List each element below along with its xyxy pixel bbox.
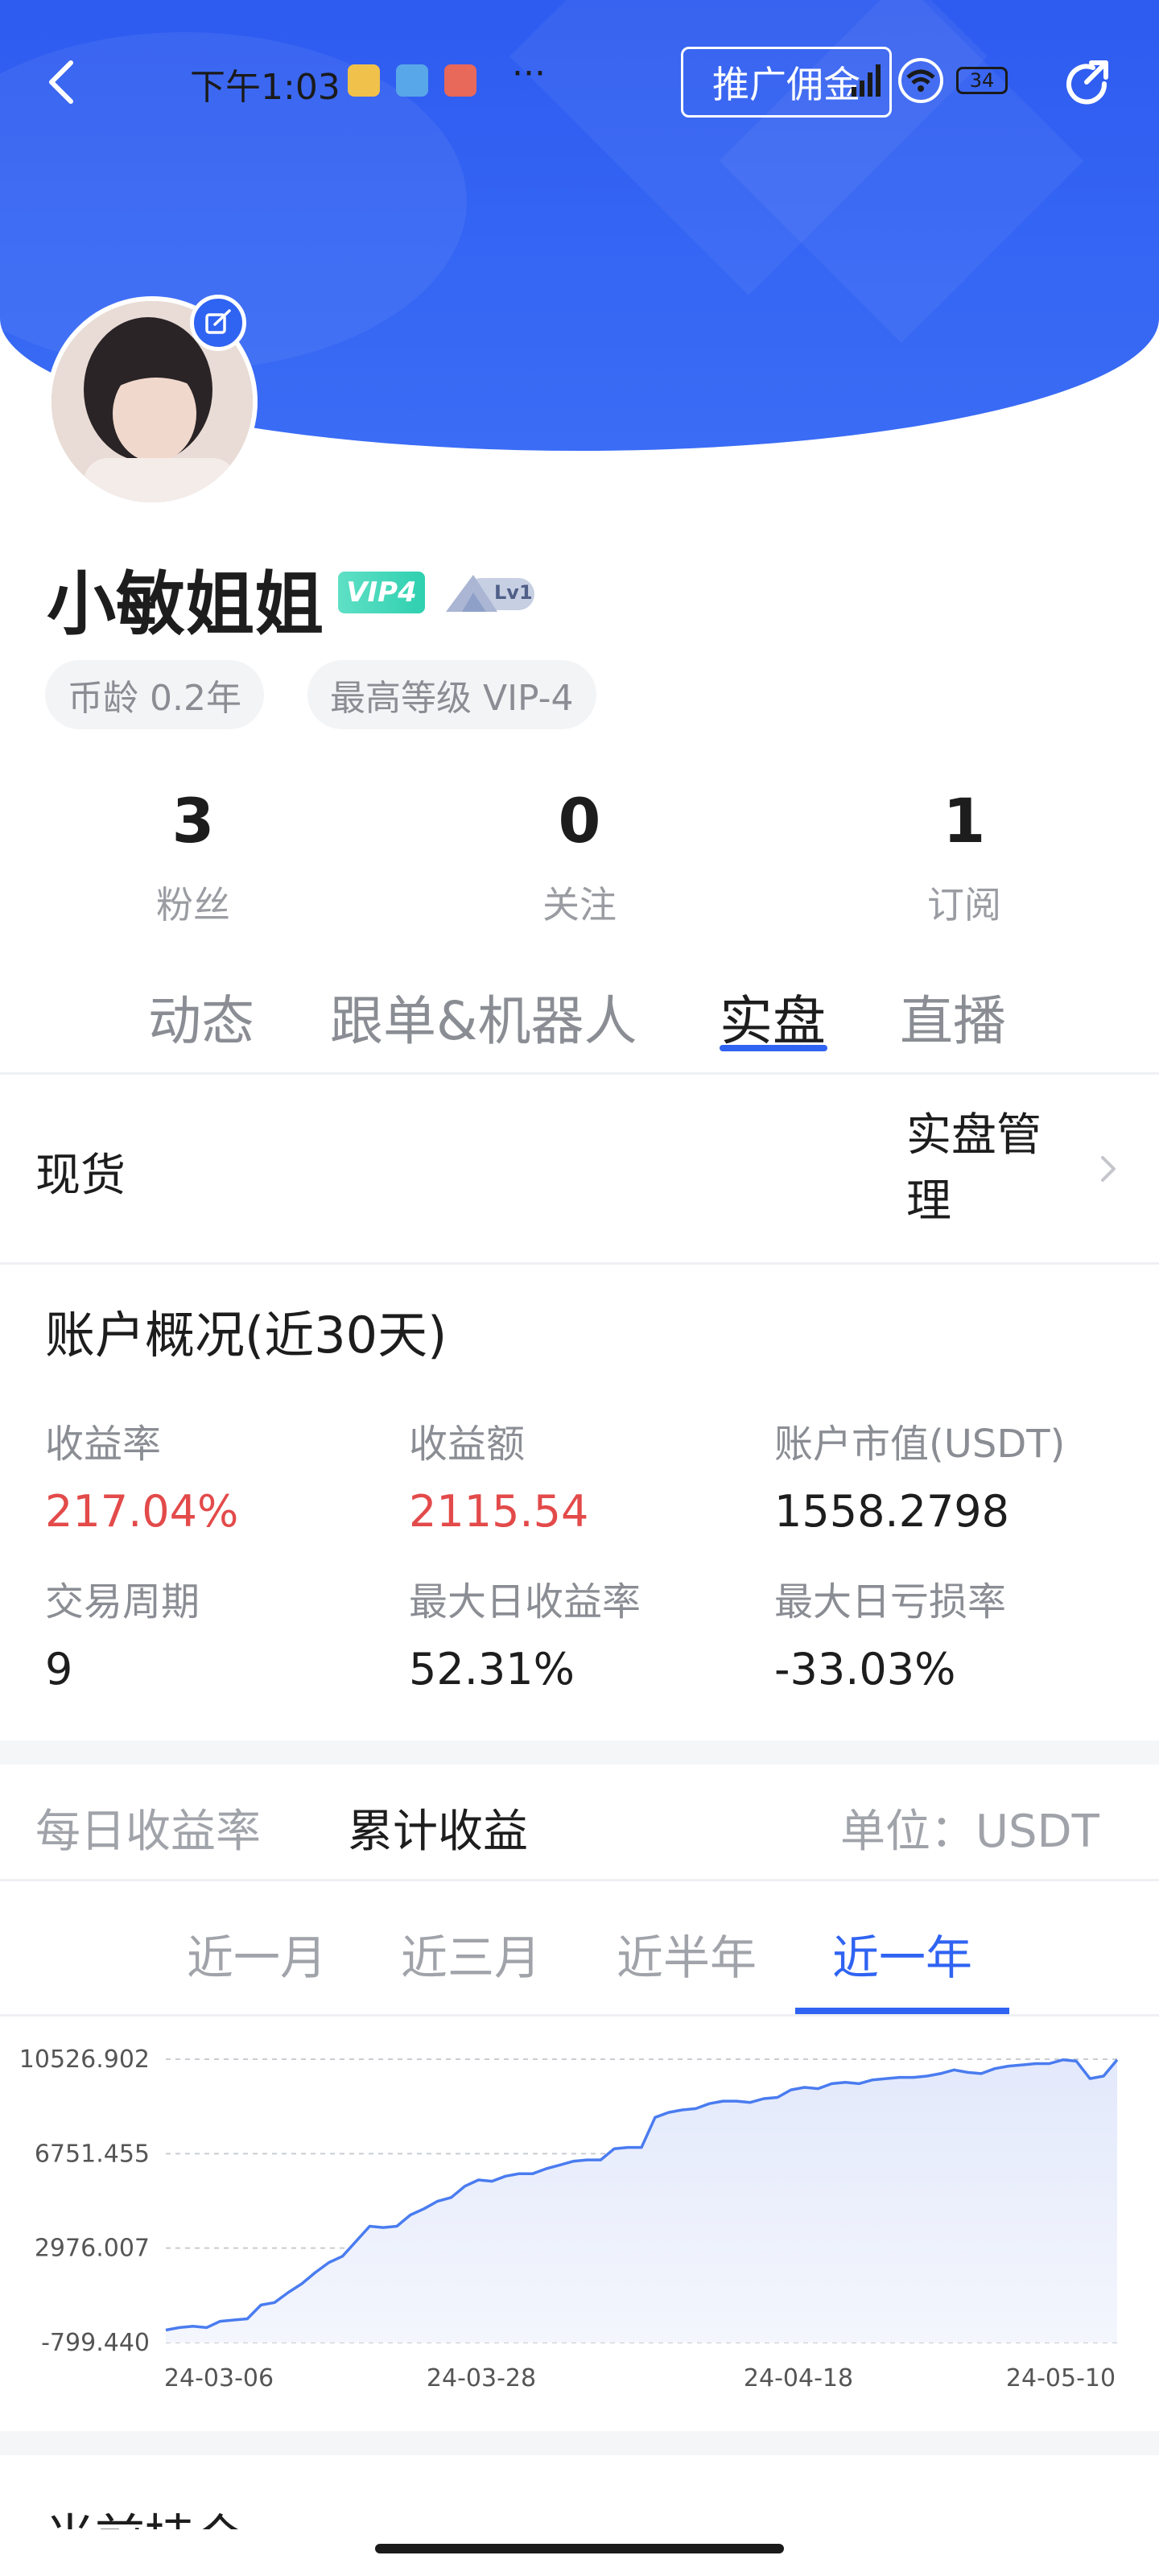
edit-avatar-button[interactable] — [190, 295, 246, 351]
range-active-indicator — [795, 2008, 1009, 2014]
profit-amount-value: 2115.54 — [409, 1486, 589, 1537]
max-level-chip: 最高等级 VIP-4 — [307, 660, 596, 729]
cumulative-profit-tab[interactable]: 累计收益 — [348, 1795, 528, 1860]
max-daily-gain-label: 最大日收益率 — [409, 1579, 641, 1624]
range-6m[interactable]: 近半年 — [594, 1920, 779, 1988]
max-daily-loss-label: 最大日亏损率 — [774, 1579, 1007, 1624]
return-rate-value: 217.04% — [45, 1486, 239, 1537]
x-tick-label: 24-05-10 — [1006, 2364, 1116, 2392]
x-tick-label: 24-03-28 — [427, 2364, 536, 2392]
tab-livestream[interactable]: 直播 — [900, 978, 1006, 1055]
following-count[interactable]: 0 — [459, 785, 700, 857]
more-indicator: ··· — [512, 53, 546, 94]
y-tick-label: 6751.455 — [35, 2140, 150, 2168]
edit-icon — [205, 309, 231, 334]
status-icons: 34 — [850, 58, 1008, 103]
account-divider — [0, 1262, 1159, 1265]
y-tick-label: 2976.007 — [35, 2235, 150, 2263]
overview-title: 账户概况(近30天) — [45, 1306, 448, 1364]
coin-age-chip: 币龄 0.2年 — [45, 660, 264, 729]
chart-tabs-divider — [0, 1879, 1159, 1881]
level-badge[interactable]: Lv1 — [441, 568, 538, 617]
vip-badge[interactable]: VIP4 — [338, 572, 425, 613]
battery-icon: 34 — [956, 67, 1008, 94]
notification-icons — [348, 64, 476, 97]
section-gap — [0, 1740, 1159, 1765]
daily-return-tab[interactable]: 每日收益率 — [35, 1795, 261, 1860]
range-1m[interactable]: 近一月 — [164, 1920, 349, 1988]
profile-name: 小敏姐姐 — [47, 564, 324, 645]
following-label: 关注 — [542, 883, 617, 927]
max-daily-gain-value: 52.31% — [409, 1644, 575, 1695]
subscriptions-count[interactable]: 1 — [843, 785, 1085, 857]
x-tick-label: 24-04-18 — [744, 2364, 853, 2392]
level-badge-label: Lv1 — [494, 581, 533, 604]
signal-icon — [852, 64, 881, 97]
section-gap — [0, 2431, 1159, 2455]
app-notification-icon — [444, 64, 476, 97]
subscriptions-label: 订阅 — [927, 883, 1001, 927]
home-indicator[interactable] — [375, 2544, 784, 2553]
positions-title: 当前持仓 — [45, 2497, 245, 2529]
followers-count[interactable]: 3 — [72, 785, 314, 857]
account-value-label: 账户市值(USDT) — [774, 1422, 1066, 1467]
app-notification-icon — [348, 64, 380, 97]
range-1y[interactable]: 近一年 — [810, 1920, 995, 1988]
market-type-label[interactable]: 现货 — [35, 1139, 126, 1204]
status-time: 下午1:03 — [190, 67, 340, 108]
followers-label: 粉丝 — [156, 883, 230, 927]
range-divider — [0, 2014, 1159, 2017]
y-tick-label: -799.440 — [41, 2329, 150, 2357]
wifi-icon — [898, 58, 943, 103]
battery-level: 34 — [969, 69, 995, 92]
chevron-right-icon — [1101, 1156, 1116, 1182]
chevron-left-icon — [49, 60, 73, 104]
share-button[interactable] — [1059, 56, 1114, 111]
tab-copytrade-bots[interactable]: 跟单&机器人 — [330, 978, 637, 1055]
trade-cycle-value: 9 — [45, 1644, 73, 1695]
return-rate-label: 收益率 — [45, 1422, 162, 1467]
app-notification-icon — [396, 64, 428, 97]
manage-live-account-link[interactable]: 实盘管 理 — [906, 1103, 1140, 1240]
share-icon — [1066, 60, 1108, 105]
cumulative-profit-chart: 10526.902 6751.455 2976.007 -799.440 24-03-… — [19, 2046, 1119, 2392]
back-button[interactable] — [39, 53, 87, 111]
max-daily-loss-value: -33.03% — [774, 1644, 956, 1695]
tab-live-account[interactable]: 实盘 — [720, 978, 826, 1055]
account-value-value: 1558.2798 — [774, 1486, 1010, 1537]
tab-active-indicator — [720, 1045, 827, 1051]
chart-area-fill — [166, 2059, 1117, 2343]
unit-label: 单位：USDT — [840, 1806, 1099, 1858]
range-3m[interactable]: 近三月 — [378, 1920, 563, 1988]
trade-cycle-label: 交易周期 — [45, 1579, 200, 1624]
tabs-divider — [0, 1072, 1159, 1075]
tab-posts[interactable]: 动态 — [148, 978, 254, 1055]
y-tick-label: 10526.902 — [19, 2046, 150, 2074]
profit-amount-label: 收益额 — [409, 1422, 526, 1467]
x-tick-label: 24-03-06 — [164, 2364, 274, 2392]
